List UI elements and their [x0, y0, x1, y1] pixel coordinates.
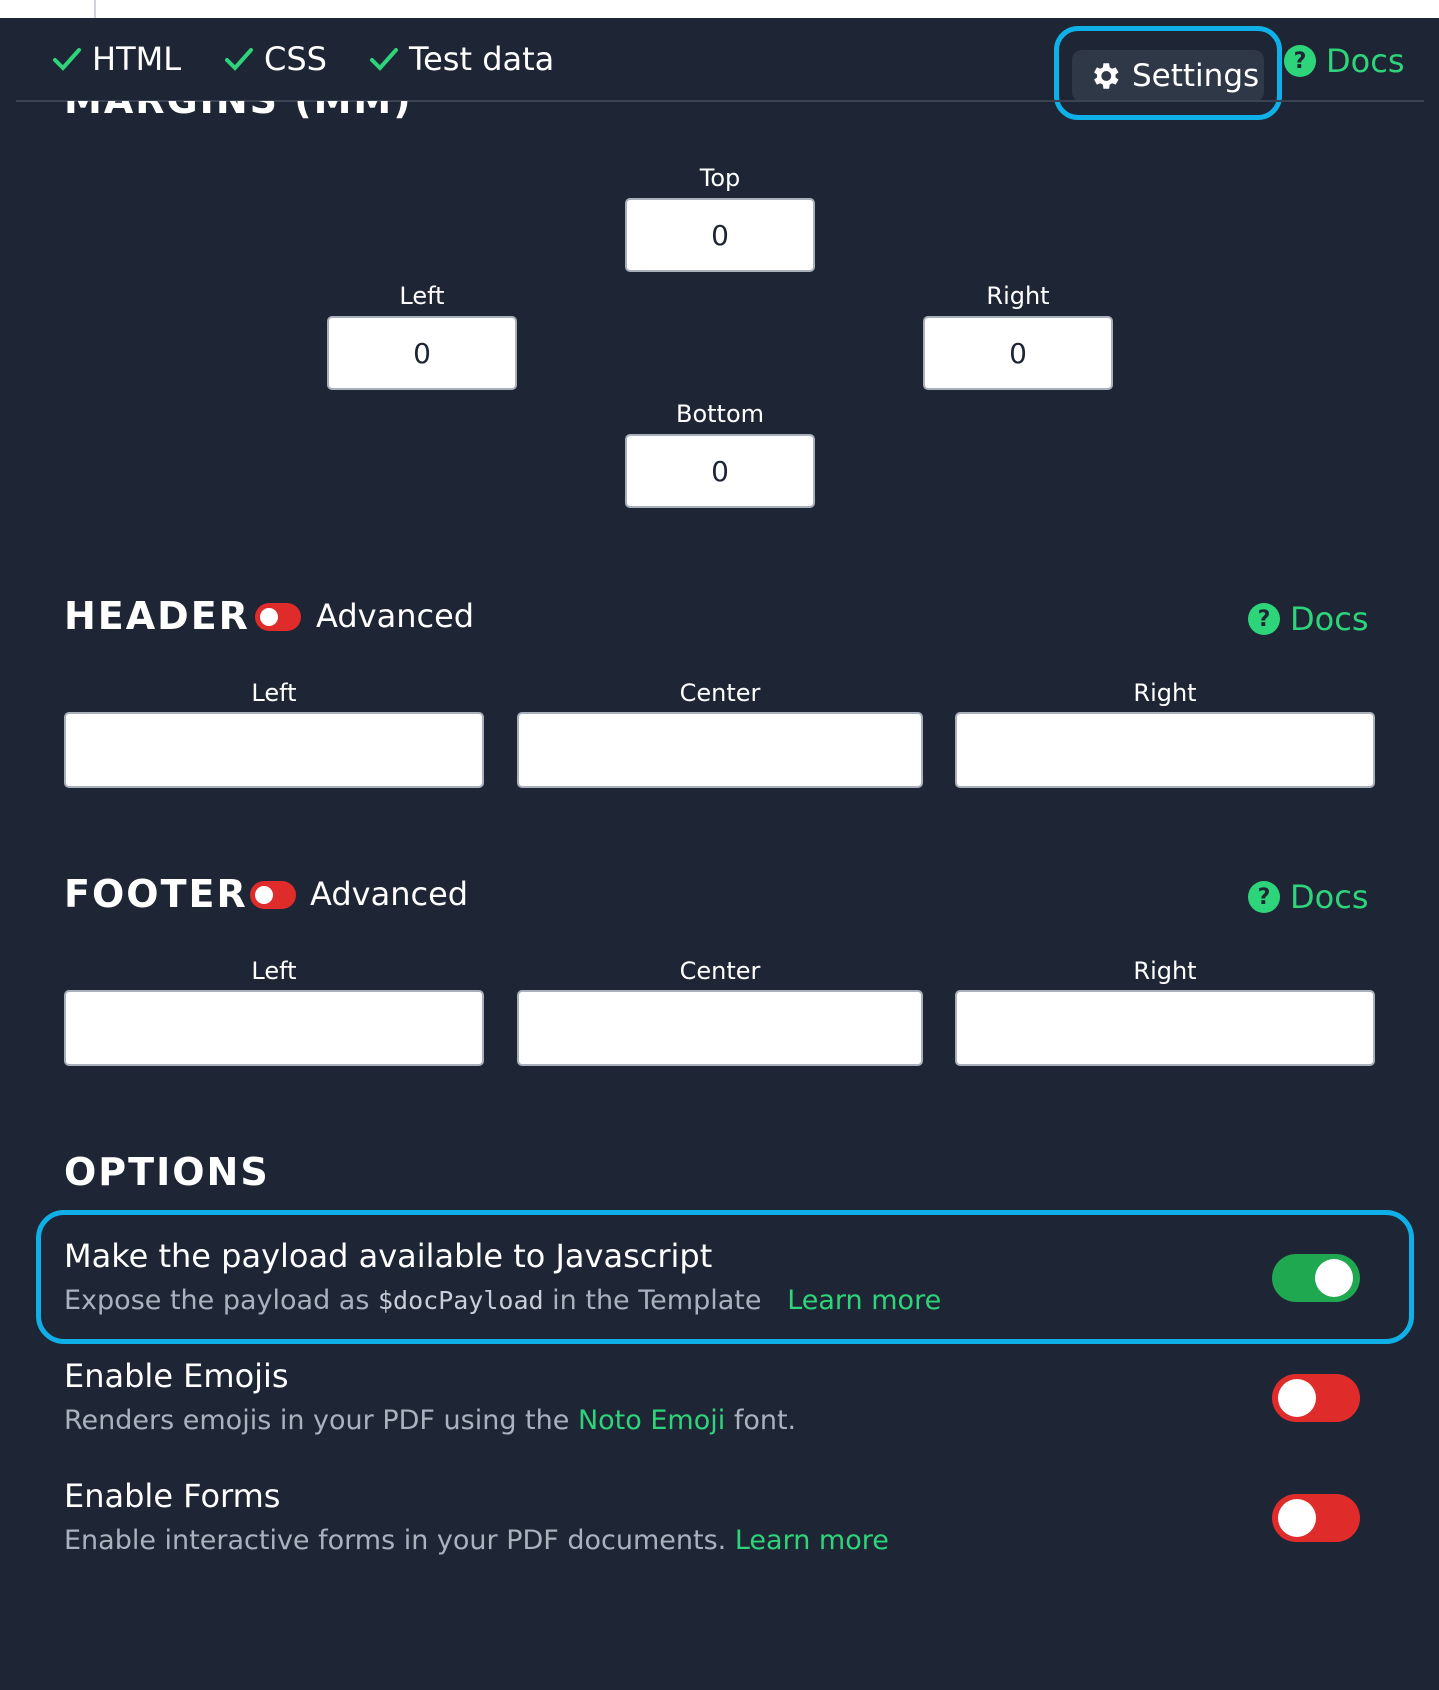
docs-label: Docs — [1326, 42, 1405, 80]
header-right-input[interactable] — [955, 712, 1375, 788]
settings-label: Settings — [1132, 58, 1260, 94]
margin-left-input[interactable]: 0 — [327, 316, 517, 390]
margin-top-input[interactable]: 0 — [625, 198, 815, 272]
noto-emoji-link[interactable]: Noto Emoji — [578, 1405, 725, 1436]
margin-left-label: Left — [399, 282, 445, 310]
footer-left-input[interactable] — [64, 990, 484, 1066]
margins-heading: MARGINS (MM) — [64, 101, 413, 123]
docs-link[interactable]: ? Docs — [1284, 42, 1404, 80]
footer-title: FOOTER — [64, 872, 248, 916]
tab-css[interactable]: CSS — [224, 40, 327, 78]
header-center-label: Center — [679, 679, 761, 707]
footer-center-label: Center — [679, 957, 761, 985]
margin-right-label: Right — [986, 282, 1050, 310]
margin-right-input[interactable]: 0 — [923, 316, 1113, 390]
margin-bottom-label: Bottom — [675, 400, 765, 428]
check-icon — [225, 48, 253, 71]
header-title: HEADER — [64, 594, 250, 638]
option-emojis-toggle[interactable] — [1272, 1374, 1360, 1422]
footer-left-label: Left — [251, 957, 297, 985]
learn-more-link[interactable]: Learn more — [735, 1525, 889, 1556]
toggle-knob — [255, 886, 273, 904]
docs-label: Docs — [1290, 600, 1369, 638]
header-left-label: Left — [251, 679, 297, 707]
tab-test-data[interactable]: Test data — [369, 40, 554, 78]
margin-top-label: Top — [699, 164, 741, 192]
check-icon — [53, 48, 81, 71]
option-emojis-desc: Renders emojis in your PDF using the Not… — [64, 1405, 797, 1436]
toggle-knob — [1315, 1259, 1353, 1297]
option-payload-toggle[interactable] — [1272, 1254, 1360, 1302]
learn-more-link[interactable]: Learn more — [787, 1285, 941, 1316]
toggle-knob — [1278, 1499, 1316, 1537]
code-snippet: $docPayload — [378, 1286, 544, 1315]
gear-icon — [1094, 63, 1119, 89]
header-center-input[interactable] — [517, 712, 923, 788]
option-forms-desc: Enable interactive forms in your PDF doc… — [64, 1525, 889, 1556]
option-emojis-title: Enable Emojis — [64, 1357, 289, 1395]
settings-button[interactable]: Settings — [1072, 50, 1264, 102]
option-forms-toggle[interactable] — [1272, 1494, 1360, 1542]
strip-divider — [94, 0, 96, 18]
check-icon — [370, 48, 398, 71]
docs-label: Docs — [1290, 878, 1369, 916]
footer-right-input[interactable] — [955, 990, 1375, 1066]
option-payload-title: Make the payload available to Javascript — [64, 1237, 713, 1275]
help-icon: ? — [1248, 603, 1280, 635]
footer-right-label: Right — [1133, 957, 1197, 985]
option-highlight — [36, 1210, 1414, 1344]
header-advanced-label: Advanced — [316, 597, 475, 635]
toggle-knob — [260, 608, 278, 626]
tab-label: HTML — [92, 40, 182, 78]
header-left-input[interactable] — [64, 712, 484, 788]
tab-label: CSS — [264, 40, 327, 78]
header-docs-link[interactable]: ? Docs — [1248, 600, 1368, 638]
header-right-label: Right — [1133, 679, 1197, 707]
tab-label: Test data — [409, 40, 555, 78]
help-icon: ? — [1248, 881, 1280, 913]
options-title: OPTIONS — [64, 1150, 270, 1194]
footer-advanced-label: Advanced — [310, 875, 469, 913]
help-icon: ? — [1284, 45, 1316, 77]
footer-center-input[interactable] — [517, 990, 923, 1066]
footer-docs-link[interactable]: ? Docs — [1248, 878, 1368, 916]
option-forms-title: Enable Forms — [64, 1477, 281, 1515]
margin-bottom-input[interactable]: 0 — [625, 434, 815, 508]
header-advanced-toggle[interactable] — [255, 603, 301, 631]
option-payload-desc: Expose the payload as $docPayload in the… — [64, 1285, 942, 1316]
footer-advanced-toggle[interactable] — [250, 881, 296, 909]
toggle-knob — [1278, 1379, 1316, 1417]
top-strip — [0, 0, 1439, 18]
tab-html[interactable]: HTML — [52, 40, 181, 78]
tab-bar: HTML CSS Test data Settings ? Docs — [0, 18, 1439, 120]
